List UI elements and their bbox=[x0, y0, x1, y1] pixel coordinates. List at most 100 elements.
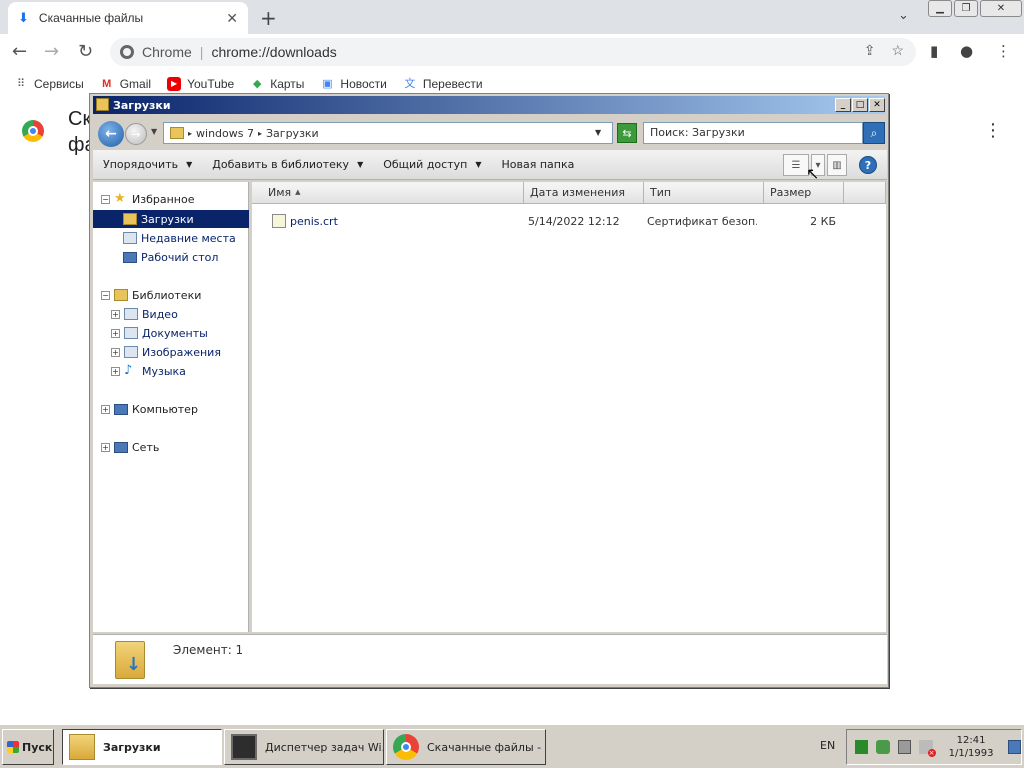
bookmark-youtube[interactable]: ▶ YouTube bbox=[167, 77, 234, 91]
nav-item-music[interactable]: + ♪ Музыка bbox=[111, 362, 186, 380]
nav-item-desktop[interactable]: Рабочий стол bbox=[123, 248, 218, 266]
collapse-icon[interactable]: − bbox=[101, 290, 110, 300]
explorer-title-bar[interactable]: Загрузки _ □ ✕ bbox=[93, 96, 885, 114]
chevron-down-icon[interactable]: ⌄ bbox=[898, 8, 909, 23]
nav-favorites[interactable]: − ★ Избранное bbox=[101, 190, 194, 208]
file-date: 5/14/2022 12:12 bbox=[528, 215, 620, 228]
bookmark-gmail[interactable]: M Gmail bbox=[100, 77, 151, 91]
tab-title: Скачанные файлы bbox=[38, 11, 144, 25]
collapse-icon[interactable]: − bbox=[101, 194, 110, 204]
side-panel-icon[interactable]: ▮ bbox=[930, 42, 938, 60]
column-header-size[interactable]: Размер bbox=[764, 182, 844, 204]
sort-ascending-icon: ▲ bbox=[295, 188, 301, 196]
history-dropdown-icon[interactable]: ▼ bbox=[151, 127, 157, 136]
restore-button[interactable]: ❐ bbox=[954, 0, 978, 17]
expand-icon[interactable]: + bbox=[111, 328, 120, 338]
devices-icon[interactable] bbox=[897, 740, 912, 754]
minimize-button[interactable]: ▁ bbox=[928, 0, 952, 17]
explorer-address-bar[interactable]: ▸ windows 7 ▸ Загрузки bbox=[163, 122, 613, 144]
search-input[interactable]: Поиск: Загрузки bbox=[643, 122, 863, 144]
profile-avatar[interactable]: ● bbox=[960, 42, 973, 60]
add-to-library-menu[interactable]: Добавить в библиотеку ▼ bbox=[212, 158, 363, 171]
chrome-menu-icon[interactable]: ⋮ bbox=[996, 42, 1011, 60]
crumb-arrow-icon[interactable]: ▸ bbox=[258, 129, 262, 138]
organize-menu[interactable]: Упорядочить ▼ bbox=[103, 158, 192, 171]
crumb-windows7[interactable]: windows 7 bbox=[196, 127, 254, 140]
volume-muted-icon[interactable] bbox=[919, 740, 937, 757]
expand-icon[interactable]: + bbox=[111, 347, 120, 357]
desktop-icon bbox=[123, 251, 137, 263]
taskbar-item-task-manager[interactable]: Диспетчер задач Wi... bbox=[224, 729, 384, 765]
star-icon[interactable]: ☆ bbox=[891, 42, 904, 59]
nav-item-pictures[interactable]: + Изображения bbox=[111, 343, 221, 361]
back-arrow-icon[interactable]: ← bbox=[12, 41, 27, 62]
help-icon[interactable]: ? bbox=[859, 156, 877, 174]
taskbar-item-downloads[interactable]: Загрузки bbox=[62, 729, 222, 765]
bookmark-maps[interactable]: ◆ Карты bbox=[250, 77, 304, 91]
start-button[interactable]: Пуск bbox=[2, 729, 54, 765]
language-indicator[interactable]: EN bbox=[820, 739, 835, 752]
bookmark-services[interactable]: ⠿ Сервисы bbox=[14, 77, 84, 91]
taskbar: Пуск Загрузки Диспетчер задач Wi... Скач… bbox=[0, 724, 1024, 768]
tab-downloads[interactable]: ⬇ Скачанные файлы ✕ bbox=[8, 2, 248, 34]
nav-computer[interactable]: + Компьютер bbox=[101, 400, 198, 418]
nav-network[interactable]: + Сеть bbox=[101, 438, 159, 456]
more-options-icon[interactable]: ⋮ bbox=[984, 120, 1002, 141]
show-desktop-icon[interactable] bbox=[1007, 740, 1021, 754]
refresh-button[interactable]: ⇆ bbox=[617, 123, 637, 143]
new-tab-button[interactable]: + bbox=[260, 6, 277, 30]
mouse-cursor-icon: ↖ bbox=[806, 164, 820, 183]
network-status-icon[interactable] bbox=[855, 740, 869, 754]
table-row[interactable]: penis.crt 5/14/2022 12:12 Сертификат без… bbox=[252, 212, 886, 232]
address-dropdown-icon[interactable]: ▼ bbox=[595, 128, 601, 137]
column-header-type[interactable]: Тип bbox=[644, 182, 764, 204]
crumb-downloads[interactable]: Загрузки bbox=[266, 127, 319, 140]
omnibox-actions: ⇪ ☆ bbox=[864, 42, 904, 59]
reload-icon[interactable]: ↻ bbox=[78, 41, 93, 62]
expand-icon[interactable]: + bbox=[101, 404, 110, 414]
nav-item-downloads[interactable]: Загрузки bbox=[93, 210, 249, 228]
new-folder-button[interactable]: Новая папка bbox=[501, 158, 574, 171]
caret-down-icon: ▼ bbox=[186, 160, 193, 169]
expand-icon[interactable]: + bbox=[101, 442, 110, 452]
clock[interactable]: 12:41 1/1/1993 bbox=[949, 734, 994, 760]
file-list-pane: Имя ▲ Дата изменения Тип Размер penis.crt… bbox=[252, 182, 886, 632]
search-icon[interactable]: ⌕ bbox=[863, 122, 885, 144]
nav-item-documents[interactable]: + Документы bbox=[111, 324, 208, 342]
column-header-name[interactable]: Имя ▲ bbox=[252, 182, 524, 204]
url-separator: | bbox=[199, 44, 204, 60]
nav-item-video[interactable]: + Видео bbox=[111, 305, 178, 323]
security-shield-icon[interactable] bbox=[876, 740, 890, 754]
network-icon bbox=[114, 441, 128, 453]
nav-libraries[interactable]: − Библиотеки bbox=[101, 286, 201, 304]
music-note-icon: ♪ bbox=[124, 363, 133, 378]
file-name[interactable]: penis.crt bbox=[290, 215, 338, 228]
expand-icon[interactable]: + bbox=[111, 366, 120, 376]
crumb-arrow-icon[interactable]: ▸ bbox=[188, 129, 192, 138]
preview-pane-icon[interactable]: ▥ bbox=[827, 154, 847, 176]
address-bar[interactable]: Chrome | chrome://downloads ⇪ ☆ bbox=[110, 38, 916, 66]
share-icon[interactable]: ⇪ bbox=[864, 42, 876, 59]
taskbar-item-chrome[interactable]: Скачанные файлы - ... bbox=[386, 729, 546, 765]
downloads-folder-icon bbox=[123, 213, 137, 225]
close-window-button[interactable]: ✕ bbox=[869, 98, 885, 112]
forward-button[interactable]: → bbox=[125, 123, 147, 145]
explorer-address-row: ← → ▼ ▸ windows 7 ▸ Загрузки ▼ ⇆ Поиск: … bbox=[93, 118, 887, 148]
libraries-icon bbox=[114, 289, 128, 301]
expand-icon[interactable]: + bbox=[111, 309, 120, 319]
url-text[interactable]: chrome://downloads bbox=[211, 44, 336, 60]
share-menu[interactable]: Общий доступ ▼ bbox=[383, 158, 481, 171]
close-icon[interactable]: ✕ bbox=[226, 10, 238, 27]
bookmark-translate[interactable]: 文 Перевести bbox=[403, 77, 482, 91]
bookmark-news[interactable]: ▣ Новости bbox=[320, 77, 387, 91]
forward-arrow-icon[interactable]: → bbox=[44, 41, 59, 62]
close-window-button[interactable]: ✕ bbox=[980, 0, 1022, 17]
window-title: Загрузки bbox=[113, 98, 171, 112]
maximize-button[interactable]: □ bbox=[852, 98, 868, 112]
back-button[interactable]: ← bbox=[98, 121, 124, 147]
minimize-button[interactable]: _ bbox=[835, 98, 851, 112]
column-header-date[interactable]: Дата изменения bbox=[524, 182, 644, 204]
nav-item-recent-places[interactable]: Недавние места bbox=[123, 229, 236, 247]
item-count: Элемент: 1 bbox=[173, 643, 244, 657]
chrome-logo-icon bbox=[22, 120, 44, 142]
